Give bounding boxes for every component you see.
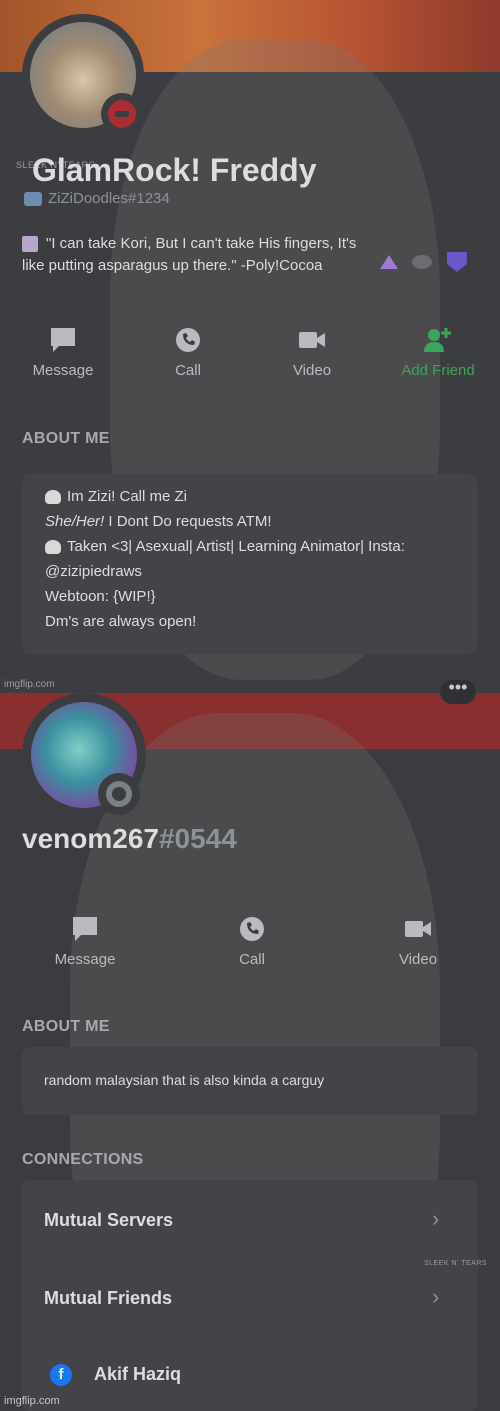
offline-status-icon [98, 773, 140, 815]
call-button[interactable]: Call [158, 326, 218, 379]
about-line: @zizipiedraws [45, 563, 142, 580]
about-me-text: random malaysian that is also kinda a ca… [44, 1072, 325, 1088]
chevron-right-icon: › [432, 1206, 440, 1231]
user-icon [24, 192, 42, 207]
video-button[interactable]: Video [282, 326, 342, 379]
do-not-disturb-status-icon [101, 93, 143, 135]
sticker-text: SLEEK N' TEARS [424, 1260, 488, 1267]
username: venom267 [22, 823, 159, 854]
message-label: Message [32, 362, 94, 379]
hypesquad-badge-icon[interactable] [380, 255, 398, 269]
watermark: imgflip.com [4, 679, 55, 690]
mutual-friends-row[interactable]: Mutual Friends [44, 1288, 172, 1309]
about-line: Im Zizi! Call me Zi [67, 488, 187, 505]
about-line: Dm's are always open! [45, 613, 197, 630]
heart-icon [45, 540, 61, 555]
video-camera-icon [405, 921, 431, 937]
profile-panel-1: SLEEK N' TEARS GlamRock! Freddy ZiZiDood… [0, 0, 500, 693]
about-me-heading: ABOUT ME [22, 1018, 110, 1035]
video-button[interactable]: Video [388, 915, 448, 968]
phone-icon [240, 917, 264, 941]
facebook-connection-row[interactable]: f Akif Haziq [50, 1364, 182, 1387]
facebook-icon: f [50, 1364, 72, 1387]
video-label: Video [398, 951, 438, 968]
discriminator: #0544 [158, 823, 237, 854]
video-label: Video [292, 362, 332, 379]
connections-heading: CONNECTIONS [22, 1151, 144, 1168]
badges [380, 252, 477, 272]
message-button[interactable]: Message [48, 915, 122, 968]
message-icon [51, 328, 75, 352]
profile-panel-2: venom267#0544 Message Call Video ABOUT M… [0, 693, 500, 1411]
about-me-heading: ABOUT ME [22, 430, 110, 447]
facebook-account-name: Akif Haziq [94, 1364, 182, 1384]
display-name: GlamRock! Freddy [32, 152, 317, 188]
custom-status: "I can take Kori, But I can't take His f… [22, 233, 372, 277]
custom-status-text: "I can take Kori, But I can't take His f… [22, 235, 357, 274]
status-emoji-icon [22, 236, 38, 253]
boost-badge-icon[interactable] [446, 252, 467, 272]
about-me-text: Im Zizi! Call me Zi She/Her! I Dont Do r… [45, 484, 405, 634]
pronouns: She/Her! [45, 513, 105, 530]
message-icon [73, 917, 97, 941]
chevron-right-icon: › [432, 1284, 440, 1309]
more-options-button[interactable]: ••• [440, 678, 476, 704]
phone-icon [176, 328, 200, 352]
call-label: Call [175, 362, 201, 379]
message-button[interactable]: Message [26, 326, 100, 379]
add-friend-button[interactable]: Add Friend [396, 326, 480, 379]
call-button[interactable]: Call [222, 915, 282, 968]
mutual-servers-row[interactable]: Mutual Servers [44, 1210, 173, 1231]
username: ZiZiDoodles#1234 [48, 190, 170, 207]
heart-icon [45, 490, 61, 505]
video-camera-icon [299, 332, 325, 348]
username-display: venom267#0544 [22, 823, 237, 855]
nitro-badge-icon[interactable] [412, 255, 433, 269]
watermark: imgflip.com [4, 1395, 60, 1407]
call-label: Call [239, 951, 265, 968]
about-line: Webtoon: {WIP!} [45, 588, 156, 605]
message-label: Message [54, 951, 116, 968]
add-friend-label: Add Friend [401, 362, 475, 379]
add-friend-icon [424, 328, 451, 352]
username-tag: ZiZiDoodles#1234 [24, 190, 170, 207]
about-line: Taken <3| Asexual| Artist| Learning Anim… [67, 538, 405, 555]
about-line: I Dont Do requests ATM! [104, 513, 272, 530]
